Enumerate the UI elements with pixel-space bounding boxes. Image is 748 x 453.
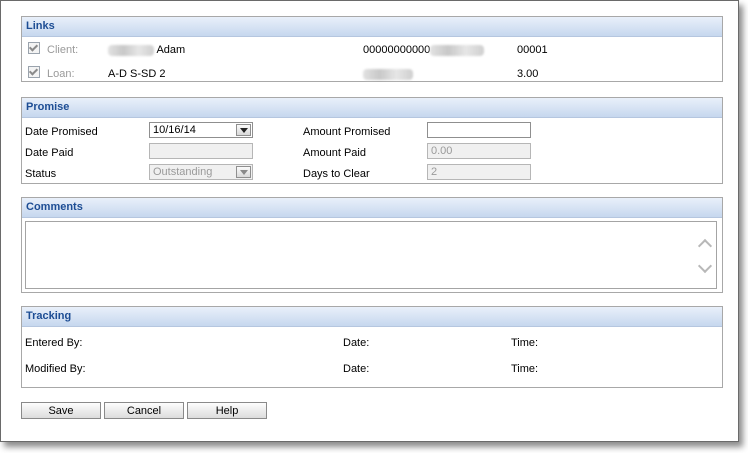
scroll-up-icon[interactable] xyxy=(697,238,713,254)
comments-title: Comments xyxy=(26,201,83,213)
tracking-section: Tracking Entered By: Date: Time: Modifie… xyxy=(21,306,723,388)
entered-time-label: Time: xyxy=(511,337,539,349)
tracking-title: Tracking xyxy=(26,310,72,322)
chevron-down-icon[interactable] xyxy=(236,124,251,136)
date-paid-label: Date Paid xyxy=(25,147,74,159)
checkmark-icon xyxy=(28,66,40,79)
amount-promised-field[interactable] xyxy=(427,122,531,138)
chevron-down-icon[interactable] xyxy=(236,166,251,178)
amount-paid-value: 0.00 xyxy=(431,145,453,157)
entered-by-label: Entered By: xyxy=(25,337,83,349)
status-select[interactable]: Outstanding xyxy=(149,164,253,180)
save-button[interactable]: Save xyxy=(21,402,101,419)
date-paid-field[interactable] xyxy=(149,143,253,159)
checkmark-icon xyxy=(28,42,40,55)
promise-header: Promise xyxy=(22,98,722,118)
modified-date-label: Date: xyxy=(343,363,370,375)
comments-textarea[interactable] xyxy=(25,221,717,289)
modified-by-label: Modified By: xyxy=(25,363,86,375)
client-checkbox[interactable] xyxy=(28,42,40,55)
redacted-account-suffix xyxy=(430,44,485,56)
loan-redacted xyxy=(363,68,413,80)
links-title: Links xyxy=(26,20,55,32)
comments-header: Comments xyxy=(22,198,722,218)
loan-label: Loan: xyxy=(47,68,75,80)
client-label: Client: xyxy=(47,44,79,56)
dialog-window: Links Client: Adam 00000000000 00001 Loa… xyxy=(0,0,739,442)
promise-section: Promise Date Promised 10/16/14 Amount Pr… xyxy=(21,97,723,184)
promise-title: Promise xyxy=(26,101,70,113)
client-id: 00001 xyxy=(517,44,548,56)
days-to-clear-value: 2 xyxy=(431,166,438,178)
date-promised-value: 10/16/14 xyxy=(153,124,196,136)
tracking-header: Tracking xyxy=(22,307,722,327)
comments-section: Comments xyxy=(21,197,723,293)
client-account-number: 00000000000 xyxy=(363,44,431,56)
cancel-button[interactable]: Cancel xyxy=(104,402,184,419)
links-header: Links xyxy=(22,17,722,37)
loan-checkbox[interactable] xyxy=(28,66,40,79)
loan-amount: 3.00 xyxy=(517,68,539,80)
client-name-row: Adam xyxy=(108,44,185,56)
days-to-clear-label: Days to Clear xyxy=(303,168,370,180)
date-promised-field[interactable]: 10/16/14 xyxy=(149,122,253,138)
date-promised-label: Date Promised xyxy=(25,126,98,138)
amount-paid-label: Amount Paid xyxy=(303,147,366,159)
scroll-down-icon[interactable] xyxy=(697,258,713,274)
modified-time-label: Time: xyxy=(511,363,539,375)
client-name: Adam xyxy=(156,44,186,56)
redacted-loan-number xyxy=(363,68,413,80)
entered-date-label: Date: xyxy=(343,337,370,349)
client-account-row: 00000000000 xyxy=(363,44,485,56)
status-value: Outstanding xyxy=(153,166,213,178)
help-button[interactable]: Help xyxy=(187,402,267,419)
amount-promised-label: Amount Promised xyxy=(303,126,391,138)
days-to-clear-field[interactable]: 2 xyxy=(427,164,531,180)
redacted-client-first xyxy=(108,44,154,56)
status-label: Status xyxy=(25,168,57,180)
amount-paid-field[interactable]: 0.00 xyxy=(427,143,531,159)
links-section: Links Client: Adam 00000000000 00001 Loa… xyxy=(21,16,723,82)
loan-name: A-D S-SD 2 xyxy=(108,68,166,80)
